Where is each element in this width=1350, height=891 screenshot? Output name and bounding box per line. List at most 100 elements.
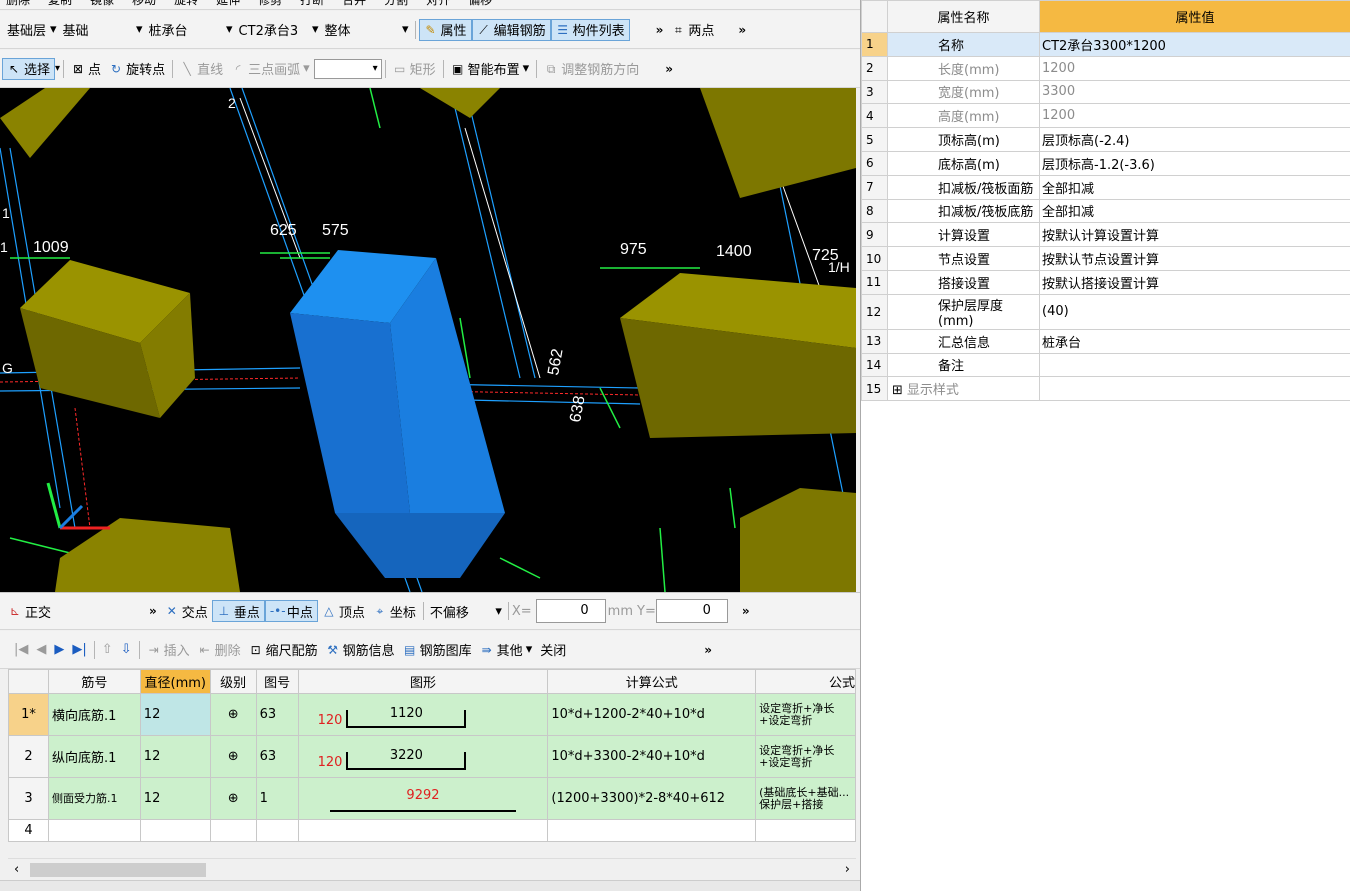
property-row[interactable]: 15 ⊞ 显示样式	[861, 376, 1350, 402]
col-header-grade[interactable]: 级别	[209, 669, 257, 694]
3d-viewport[interactable]: 1009 625 575 975 1400 725 562 638 1 1 G …	[0, 88, 856, 592]
shape-cell[interactable]	[297, 819, 549, 842]
property-value[interactable]: 桩承台	[1039, 328, 1350, 354]
arc-mode-select[interactable]: ▾	[313, 58, 382, 79]
col-header-formula[interactable]: 计算公式	[547, 669, 757, 694]
align-tool[interactable]: 对齐	[426, 0, 450, 8]
floor-select[interactable]: 基础层 ▾	[4, 20, 60, 40]
desc-cell[interactable]	[755, 819, 856, 842]
property-row[interactable]: 12 保护层厚度(mm) (40)	[861, 293, 1350, 330]
arc-button[interactable]: ◜ 三点画弧 ▾	[227, 58, 314, 80]
grade-cell[interactable]: ⊕	[209, 693, 257, 736]
olive-cap-3[interactable]	[420, 88, 856, 198]
desc-cell[interactable]: 设定弯折+净长+设定弯折	[755, 735, 856, 778]
trim-tool[interactable]: 修剪	[258, 0, 282, 8]
more-chevron-icon[interactable]: »	[700, 643, 716, 657]
property-row[interactable]: 14 备注	[861, 352, 1350, 378]
break-tool[interactable]: 打断	[300, 0, 324, 8]
more-chevron-icon[interactable]: »	[145, 604, 161, 618]
shape-cell[interactable]: 120 1120	[297, 693, 549, 736]
figure-no-cell[interactable]: 1	[255, 777, 299, 820]
property-row[interactable]: 5 顶标高(m) 层顶标高(-2.4)	[861, 127, 1350, 152]
last-record-button[interactable]: ▶|	[68, 639, 90, 661]
extend-tool[interactable]: 延伸	[216, 0, 240, 8]
bar-name-cell[interactable]: 横向底筋.1	[47, 693, 141, 736]
ortho-button[interactable]: ⊾ 正交	[4, 600, 55, 622]
property-row[interactable]: 8 扣减板/筏板底筋 全部扣减	[861, 198, 1350, 224]
diameter-cell[interactable]	[139, 819, 211, 842]
property-row[interactable]: 2 长度(mm) 1200	[861, 55, 1350, 81]
two-points-button[interactable]: ⌗ 两点	[667, 19, 718, 41]
property-value[interactable]: CT2承台3300*1200	[1039, 32, 1350, 57]
attribute-button[interactable]: ✎ 属性	[418, 18, 472, 41]
property-value[interactable]: 按默认节点设置计算	[1039, 246, 1350, 271]
formula-cell[interactable]	[547, 819, 757, 842]
move-up-button[interactable]: ⇧	[98, 639, 117, 661]
formula-cell[interactable]: (1200+3300)*2-8*40+612	[547, 777, 757, 820]
scroll-left-icon[interactable]: ‹	[14, 862, 19, 877]
olive-cap-1[interactable]	[20, 260, 195, 418]
desc-cell[interactable]: 设定弯折+净长+设定弯折	[755, 693, 856, 736]
delete-tool[interactable]: 删除	[6, 0, 30, 8]
bar-name-cell[interactable]: 纵向底筋.1	[47, 735, 141, 778]
type-select[interactable]: 桩承台 ▾	[146, 20, 236, 40]
first-record-button[interactable]: |◀	[10, 639, 32, 661]
rotate-point-button[interactable]: ↻ 旋转点	[105, 58, 169, 80]
y-input[interactable]: 0	[655, 599, 728, 623]
shape-cell[interactable]: 9292	[297, 777, 549, 820]
shape-cell[interactable]: 120 3220	[297, 735, 549, 778]
bar-name-cell[interactable]: 侧面受力筋.1	[47, 777, 141, 820]
mirror-tool[interactable]: 镜像	[90, 0, 114, 8]
property-row[interactable]: 9 计算设置 按默认计算设置计算	[861, 222, 1350, 248]
bar-name-cell[interactable]	[47, 819, 141, 842]
property-value[interactable]	[1039, 352, 1350, 378]
move-tool[interactable]: 移动	[132, 0, 156, 8]
close-button[interactable]: 关闭	[536, 639, 570, 661]
property-value[interactable]: 层顶标高(-2.4)	[1039, 127, 1350, 152]
perp-button[interactable]: ⊥ 垂点	[211, 600, 265, 622]
property-value[interactable]: 1200	[1039, 55, 1350, 81]
property-value[interactable]: 全部扣减	[1039, 174, 1350, 200]
grade-cell[interactable]	[209, 819, 257, 842]
line-button[interactable]: ╲ 直线	[176, 58, 227, 80]
property-value[interactable]: (40)	[1039, 293, 1350, 330]
olive-cap-2[interactable]	[620, 273, 856, 438]
vertex-button[interactable]: △ 顶点	[318, 600, 369, 622]
offset-tool[interactable]: 偏移	[468, 0, 492, 8]
formula-cell[interactable]: 10*d+3300-2*40+10*d	[547, 735, 757, 778]
next-record-button[interactable]: ▶	[50, 639, 68, 661]
diameter-cell[interactable]: 12	[139, 693, 211, 736]
property-row[interactable]: 1 名称 CT2承台3300*1200	[861, 32, 1350, 57]
smart-layout-button[interactable]: ▣ 智能布置 ▾	[447, 58, 534, 80]
col-header-bar-no[interactable]: 筋号	[47, 669, 141, 694]
point-button[interactable]: ⊠ 点	[67, 58, 105, 80]
col-header-desc[interactable]: 公式	[755, 669, 856, 694]
grade-cell[interactable]: ⊕	[209, 777, 257, 820]
more-chevron-icon[interactable]: »	[738, 604, 754, 618]
merge-tool[interactable]: 合并	[342, 0, 366, 8]
split-tool[interactable]: 分割	[384, 0, 408, 8]
scope-select[interactable]: 整体 ▾	[322, 20, 412, 40]
offset-select[interactable]: 不偏移 ▾	[427, 601, 505, 621]
formula-cell[interactable]: 10*d+1200-2*40+10*d	[547, 693, 757, 736]
col-header-figure-no[interactable]: 图号	[255, 669, 299, 694]
figure-no-cell[interactable]: 63	[255, 693, 299, 736]
dropdown-arrow-icon[interactable]: ▾	[55, 63, 60, 74]
table-row[interactable]: 2 纵向底筋.1 12 ⊕ 63 120 3220 10*d+3300-2*40…	[8, 735, 856, 778]
diameter-cell[interactable]: 12	[139, 735, 211, 778]
edit-rebar-button[interactable]: ⟋ 编辑钢筋	[471, 18, 551, 41]
figure-no-cell[interactable]	[255, 819, 299, 842]
prev-record-button[interactable]: ◀	[32, 639, 50, 661]
scroll-right-icon[interactable]: ›	[845, 862, 850, 877]
property-row[interactable]: 3 宽度(mm) 3300	[861, 79, 1350, 105]
property-row[interactable]: 6 底标高(m) 层顶标高-1.2(-3.6)	[861, 150, 1350, 176]
coord-button[interactable]: ⌖ 坐标	[369, 600, 420, 622]
col-header-shape[interactable]: 图形	[297, 669, 549, 694]
table-row[interactable]: 1* 横向底筋.1 12 ⊕ 63 120 1120 10*d+1200-2*4…	[8, 693, 856, 736]
property-value[interactable]: 3300	[1039, 79, 1350, 105]
property-row[interactable]: 13 汇总信息 桩承台	[861, 328, 1350, 354]
intersect-button[interactable]: ✕ 交点	[161, 600, 212, 622]
property-row[interactable]: 11 搭接设置 按默认搭接设置计算	[861, 269, 1350, 295]
copy-tool[interactable]: 复制	[48, 0, 72, 8]
diameter-cell[interactable]: 12	[139, 777, 211, 820]
